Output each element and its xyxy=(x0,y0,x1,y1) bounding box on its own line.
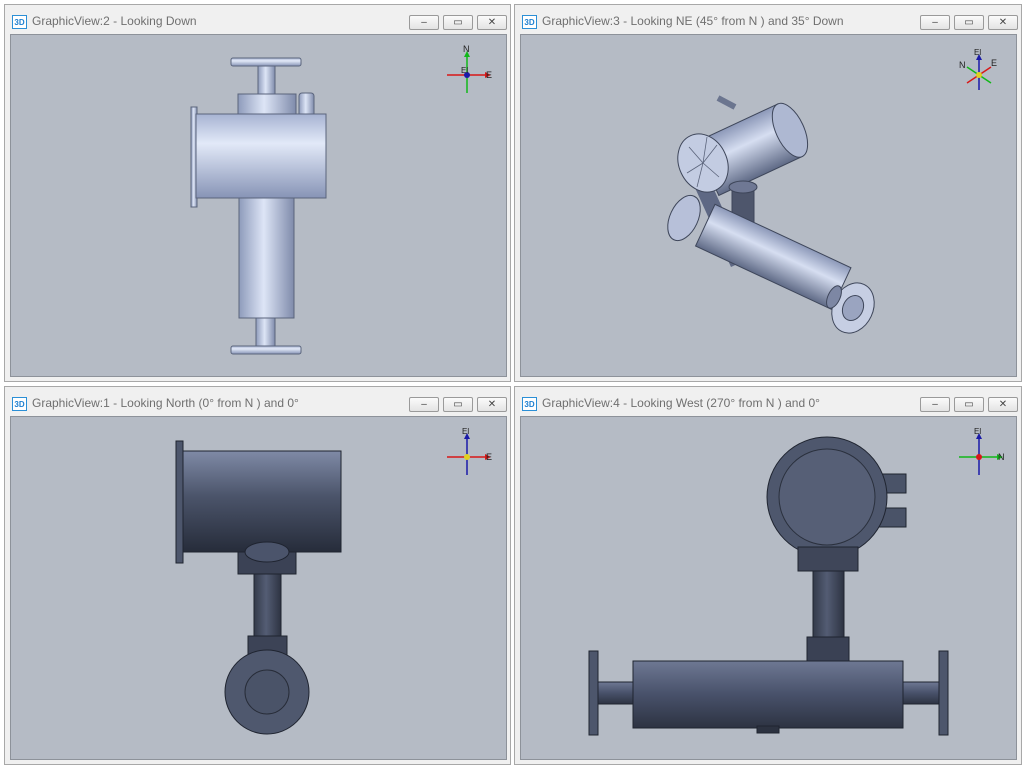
3d-viewport[interactable]: El N E xyxy=(520,34,1017,377)
compass-label-el: El xyxy=(461,66,468,75)
orientation-compass-icon xyxy=(959,433,1003,475)
compass-label-n: N xyxy=(998,452,1005,462)
graphic-view-2-window[interactable]: 3D GraphicView:2 - Looking Down – ▭ ✕ N … xyxy=(4,4,511,382)
compass-label-el: El xyxy=(462,427,469,436)
close-button[interactable]: ✕ xyxy=(477,397,507,412)
close-button[interactable]: ✕ xyxy=(988,397,1018,412)
title-bar[interactable]: 3D GraphicView:3 - Looking NE (45° from … xyxy=(515,5,1021,34)
graphic-view-3-window[interactable]: 3D GraphicView:3 - Looking NE (45° from … xyxy=(514,4,1022,382)
meter-north-view: El E xyxy=(175,427,492,735)
3d-view-icon: 3D xyxy=(522,15,537,29)
meter-iso-view: El N E xyxy=(667,48,997,334)
close-button[interactable]: ✕ xyxy=(988,15,1018,30)
close-button[interactable]: ✕ xyxy=(477,15,507,30)
compass-label-n: N xyxy=(463,44,470,54)
3d-view-icon: 3D xyxy=(522,397,537,411)
maximize-button[interactable]: ▭ xyxy=(954,15,984,30)
window-title: GraphicView:4 - Looking West (270° from … xyxy=(542,396,820,410)
3d-viewport[interactable]: El E xyxy=(10,416,507,760)
orientation-compass-icon xyxy=(966,54,992,90)
meter-model xyxy=(667,95,875,334)
maximize-button[interactable]: ▭ xyxy=(443,15,473,30)
maximize-button[interactable]: ▭ xyxy=(954,397,984,412)
compass-label-el: El xyxy=(974,48,981,57)
compass-label-el: El xyxy=(974,427,981,436)
compass-label-e: E xyxy=(486,452,492,462)
meter-model xyxy=(588,436,949,736)
3d-view-icon: 3D xyxy=(12,397,27,411)
compass-label-e: E xyxy=(991,58,997,68)
window-title: GraphicView:2 - Looking Down xyxy=(32,14,197,28)
window-title: GraphicView:1 - Looking North (0° from N… xyxy=(32,396,299,410)
3d-viewport[interactable]: N El E xyxy=(10,34,507,377)
minimize-button[interactable]: – xyxy=(920,397,950,412)
orientation-compass-icon xyxy=(447,433,491,475)
graphic-view-1-window[interactable]: 3D GraphicView:1 - Looking North (0° fro… xyxy=(4,386,511,765)
compass-label-n: N xyxy=(959,60,966,70)
minimize-button[interactable]: – xyxy=(920,15,950,30)
window-title: GraphicView:3 - Looking NE (45° from N )… xyxy=(542,14,844,28)
title-bar[interactable]: 3D GraphicView:4 - Looking West (270° fr… xyxy=(515,387,1021,416)
3d-viewport[interactable]: El N xyxy=(520,416,1017,760)
meter-model xyxy=(190,57,327,355)
3d-view-icon: 3D xyxy=(12,15,27,29)
compass-label-e: E xyxy=(486,70,492,80)
meter-model xyxy=(175,440,342,735)
meter-west-view: El N xyxy=(588,427,1005,736)
minimize-button[interactable]: – xyxy=(409,397,439,412)
graphic-view-4-window[interactable]: 3D GraphicView:4 - Looking West (270° fr… xyxy=(514,386,1022,765)
meter-top-view: N El E xyxy=(190,44,492,355)
maximize-button[interactable]: ▭ xyxy=(443,397,473,412)
orientation-compass-icon xyxy=(447,51,491,93)
title-bar[interactable]: 3D GraphicView:1 - Looking North (0° fro… xyxy=(5,387,510,416)
minimize-button[interactable]: – xyxy=(409,15,439,30)
title-bar[interactable]: 3D GraphicView:2 - Looking Down – ▭ ✕ xyxy=(5,5,510,34)
